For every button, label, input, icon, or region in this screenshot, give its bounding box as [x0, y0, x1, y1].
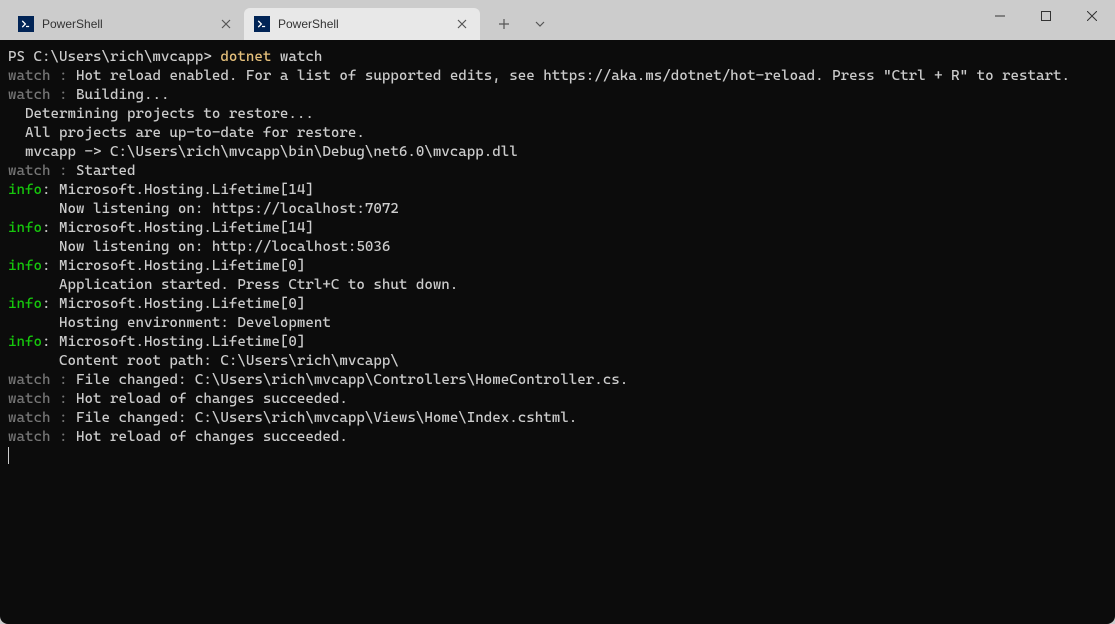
output-text: : Microsoft.Hosting.Lifetime[0] — [42, 296, 305, 312]
tab-dropdown-button[interactable] — [524, 10, 556, 38]
output-text: mvcapp -> C:\Users\rich\mvcapp\bin\Debug… — [8, 143, 1107, 162]
tabs-container: PowerShell PowerShell — [0, 8, 556, 40]
watch-label: watch — [8, 410, 59, 426]
titlebar: PowerShell PowerShell — [0, 0, 1115, 40]
minimize-button[interactable] — [977, 0, 1023, 32]
output-text: File changed: C:\Users\rich\mvcapp\Views… — [76, 410, 577, 426]
tab-label: PowerShell — [278, 17, 454, 31]
watch-label: watch — [8, 68, 59, 84]
output-text: Now listening on: https://localhost:7072 — [8, 200, 1107, 219]
watch-label: watch — [8, 391, 59, 407]
powershell-icon — [18, 16, 34, 32]
output-text: : Microsoft.Hosting.Lifetime[14] — [42, 182, 314, 198]
output-text: Determining projects to restore... — [8, 105, 1107, 124]
info-label: info — [8, 258, 42, 274]
terminal-output[interactable]: PS C:\Users\rich\mvcapp> dotnet watch wat… — [0, 40, 1115, 624]
output-text: Hot reload of changes succeeded. — [76, 391, 348, 407]
output-text: Started — [76, 163, 135, 179]
output-text: : Microsoft.Hosting.Lifetime[0] — [42, 258, 305, 274]
tab-powershell-2[interactable]: PowerShell — [244, 8, 480, 40]
close-window-button[interactable] — [1069, 0, 1115, 32]
new-tab-button[interactable] — [488, 10, 520, 38]
tab-close-button[interactable] — [454, 16, 470, 32]
watch-label: watch — [8, 429, 59, 445]
info-label: info — [8, 220, 42, 236]
output-text: Hot reload of changes succeeded. — [76, 429, 348, 445]
tab-label: PowerShell — [42, 17, 218, 31]
info-label: info — [8, 334, 42, 350]
output-text: Hosting environment: Development — [8, 314, 1107, 333]
output-text: Content root path: C:\Users\rich\mvcapp\ — [8, 352, 1107, 371]
maximize-button[interactable] — [1023, 0, 1069, 32]
tab-powershell-1[interactable]: PowerShell — [8, 8, 244, 40]
tab-close-button[interactable] — [218, 16, 234, 32]
output-text: : Microsoft.Hosting.Lifetime[0] — [42, 334, 305, 350]
watch-label: watch — [8, 163, 59, 179]
output-text: All projects are up-to-date for restore. — [8, 124, 1107, 143]
prompt: PS C:\Users\rich\mvcapp> — [8, 49, 220, 65]
info-label: info — [8, 182, 42, 198]
info-label: info — [8, 296, 42, 312]
watch-label: watch — [8, 87, 59, 103]
powershell-icon — [254, 16, 270, 32]
tab-actions — [480, 8, 556, 40]
output-text: Building... — [76, 87, 169, 103]
output-text: Application started. Press Ctrl+C to shu… — [8, 276, 1107, 295]
command-arg: watch — [280, 49, 322, 65]
command-primary: dotnet — [220, 49, 279, 65]
watch-label: watch — [8, 372, 59, 388]
output-text: Hot reload enabled. For a list of suppor… — [76, 68, 1070, 84]
output-text: File changed: C:\Users\rich\mvcapp\Contr… — [76, 372, 628, 388]
window-controls — [977, 0, 1115, 40]
output-text: : Microsoft.Hosting.Lifetime[14] — [42, 220, 314, 236]
cursor — [8, 447, 9, 464]
output-text: Now listening on: http://localhost:5036 — [8, 238, 1107, 257]
